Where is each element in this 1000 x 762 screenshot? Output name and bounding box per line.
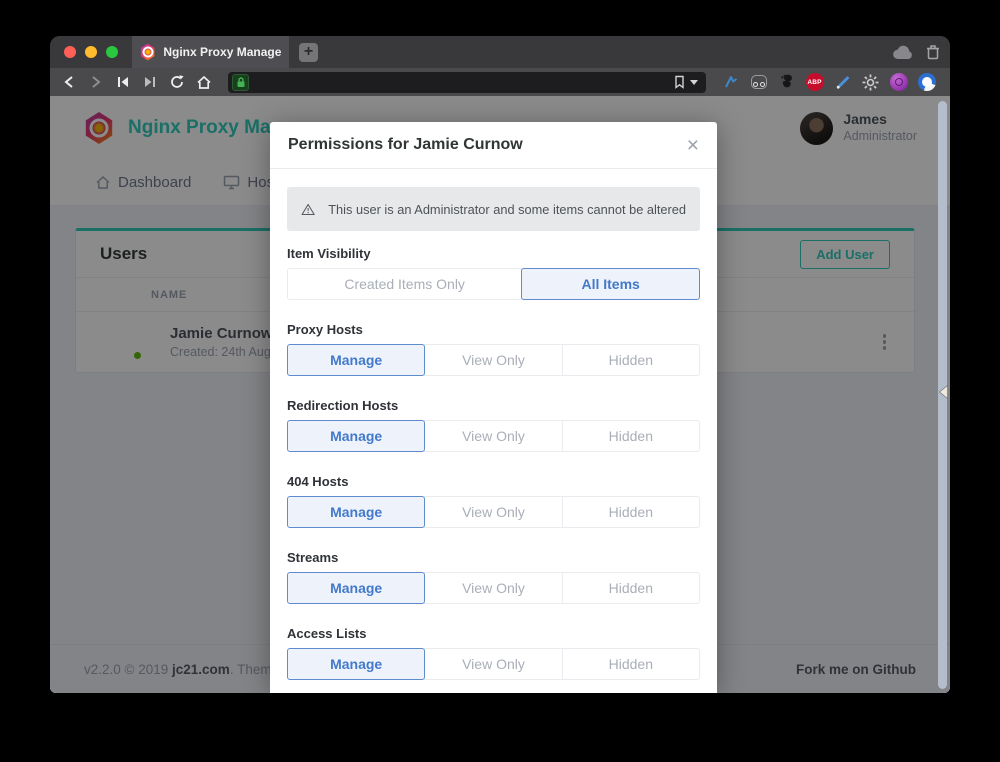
redirection-hosts-manage-button[interactable]: Manage <box>287 420 425 452</box>
extension-pen-icon[interactable] <box>833 73 852 92</box>
streams-hidden-button[interactable]: Hidden <box>562 572 700 604</box>
redirection-hosts-view-only-button[interactable]: View Only <box>424 420 562 452</box>
reload-button[interactable] <box>168 73 186 91</box>
proxy-hosts-group: Proxy Hosts Manage View Only Hidden <box>287 322 700 376</box>
streams-view-only-button[interactable]: View Only <box>424 572 562 604</box>
ssl-lock-icon[interactable] <box>232 74 249 91</box>
extension-dart-icon[interactable] <box>721 73 740 92</box>
extension-adblock-icon[interactable]: ABP <box>805 73 824 92</box>
browser-tab[interactable]: Nginx Proxy Manager <box>132 36 289 68</box>
trash-icon[interactable] <box>926 44 940 60</box>
zoom-window-button[interactable] <box>106 46 118 58</box>
bookmark-dropdown-icon[interactable] <box>690 80 698 85</box>
bookmark-icon[interactable] <box>673 75 686 89</box>
close-window-button[interactable] <box>64 46 76 58</box>
extension-purple-icon[interactable] <box>889 73 908 92</box>
streams-manage-button[interactable]: Manage <box>287 572 425 604</box>
redirection-hosts-group: Redirection Hosts Manage View Only Hidde… <box>287 398 700 452</box>
proxy-hosts-view-only-button[interactable]: View Only <box>424 344 562 376</box>
browser-window: Nginx Proxy Manager + <box>50 36 950 693</box>
address-bar[interactable] <box>228 72 706 93</box>
extension-sync-icon[interactable] <box>917 73 936 92</box>
extension-gnome-foot-icon[interactable] <box>777 73 796 92</box>
minimize-window-button[interactable] <box>85 46 97 58</box>
back-button[interactable] <box>60 73 78 91</box>
proxy-hosts-hidden-button[interactable]: Hidden <box>562 344 700 376</box>
tab-title: Nginx Proxy Manager <box>163 45 281 59</box>
404-hosts-hidden-button[interactable]: Hidden <box>562 496 700 528</box>
extension-gear-icon[interactable] <box>861 73 880 92</box>
browser-titlebar: Nginx Proxy Manager + <box>50 36 950 68</box>
admin-warning-text: This user is an Administrator and some i… <box>328 202 686 217</box>
tab-favicon-icon <box>140 44 155 61</box>
page-content: Nginx Proxy Manager James Administrator … <box>50 96 950 693</box>
mouse-cursor <box>939 385 948 399</box>
item-visibility-toggle: Created Items Only All Items <box>287 268 700 300</box>
permissions-modal: Permissions for Jamie Curnow × This user… <box>270 122 717 693</box>
admin-warning-alert: This user is an Administrator and some i… <box>287 187 700 231</box>
new-tab-button[interactable]: + <box>299 43 318 62</box>
404-hosts-group: 404 Hosts Manage View Only Hidden <box>287 474 700 528</box>
access-lists-view-only-button[interactable]: View Only <box>424 648 562 680</box>
fast-forward-button[interactable] <box>141 73 159 91</box>
sync-cloud-icon[interactable] <box>892 45 914 60</box>
browser-toolbar: ABP <box>50 68 950 96</box>
redirection-hosts-hidden-button[interactable]: Hidden <box>562 420 700 452</box>
item-visibility-section: Item Visibility Created Items Only All I… <box>287 246 700 300</box>
forward-button[interactable] <box>87 73 105 91</box>
created-items-only-button[interactable]: Created Items Only <box>287 268 522 300</box>
rewind-button[interactable] <box>114 73 132 91</box>
all-items-button[interactable]: All Items <box>521 268 700 300</box>
modal-title: Permissions for Jamie Curnow <box>288 136 523 154</box>
close-icon[interactable]: × <box>687 135 699 156</box>
access-lists-group: Access Lists Manage View Only Hidden <box>287 626 700 680</box>
proxy-hosts-manage-button[interactable]: Manage <box>287 344 425 376</box>
streams-group: Streams Manage View Only Hidden <box>287 550 700 604</box>
extension-mask-icon[interactable] <box>749 73 768 92</box>
404-hosts-manage-button[interactable]: Manage <box>287 496 425 528</box>
404-hosts-view-only-button[interactable]: View Only <box>424 496 562 528</box>
access-lists-manage-button[interactable]: Manage <box>287 648 425 680</box>
home-button[interactable] <box>195 73 213 91</box>
access-lists-hidden-button[interactable]: Hidden <box>562 648 700 680</box>
item-visibility-label: Item Visibility <box>287 246 700 261</box>
warning-triangle-icon <box>301 201 315 218</box>
